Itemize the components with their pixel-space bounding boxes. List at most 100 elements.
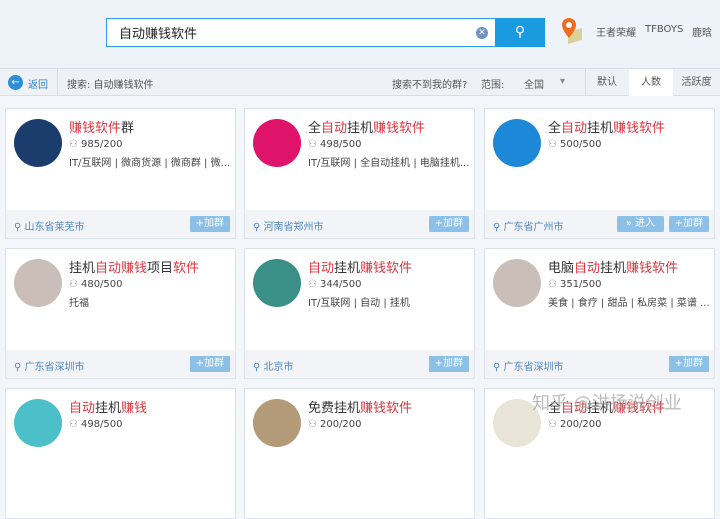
title-segment: 项目 bbox=[147, 261, 174, 276]
member-count-value: 344/500 bbox=[319, 279, 362, 290]
location-pin-icon: ⚲ bbox=[493, 222, 504, 233]
map-pin-icon[interactable] bbox=[560, 16, 584, 46]
group-card[interactable]: 全自动挂机赚钱软件 ⚇ 500/500 ⚲ 广东省广州市 +加群» 进入 bbox=[484, 108, 715, 239]
group-avatar[interactable] bbox=[493, 119, 541, 167]
location-text: 山东省莱芜市 bbox=[24, 222, 85, 233]
group-card[interactable]: 电脑自动挂机赚钱软件 ⚇ 351/500 美食 | 食疗 | 甜品 | 私房菜 | 菜… bbox=[484, 248, 715, 379]
location-text: 北京市 bbox=[263, 362, 294, 373]
member-count: ⚇ 480/500 bbox=[69, 279, 123, 290]
member-count-value: 351/500 bbox=[559, 279, 602, 290]
group-avatar[interactable] bbox=[14, 399, 62, 447]
search-icon: ⚲ bbox=[514, 24, 526, 40]
group-location: ⚲ 广东省深圳市 bbox=[14, 358, 85, 373]
group-avatar[interactable] bbox=[14, 119, 62, 167]
group-title[interactable]: 电脑自动挂机赚钱软件 bbox=[548, 257, 678, 276]
member-count: ⚇ 500/500 bbox=[548, 139, 602, 150]
top-header: ✕ ⚲ 王者荣耀 TFBOYS 鹿晗 bbox=[0, 0, 720, 68]
location-pin-icon: ⚲ bbox=[493, 362, 504, 373]
group-tags: 美食 | 食疗 | 甜品 | 私房菜 | 菜谱 ... bbox=[548, 298, 710, 309]
member-count-value: 985/200 bbox=[80, 139, 123, 150]
back-arrow-icon[interactable]: ← bbox=[8, 75, 23, 90]
group-avatar[interactable] bbox=[253, 119, 301, 167]
group-location: ⚲ 河南省郑州市 bbox=[253, 218, 324, 233]
chevron-down-icon[interactable]: ▾ bbox=[560, 76, 565, 87]
not-found-link[interactable]: 搜索不到我的群? bbox=[392, 76, 467, 91]
group-title[interactable]: 免费挂机赚钱软件 bbox=[308, 397, 412, 416]
join-group-button[interactable]: +加群 bbox=[428, 216, 469, 232]
group-title[interactable]: 赚钱软件群 bbox=[69, 117, 134, 136]
tab-default[interactable]: 默认 bbox=[585, 69, 629, 96]
join-group-button[interactable]: +加群 bbox=[189, 216, 230, 232]
card-footer: ⚲ 广东省深圳市 +加群 bbox=[485, 350, 714, 378]
title-segment: 挂机 bbox=[95, 401, 122, 416]
join-group-button[interactable]: +加群 bbox=[668, 356, 709, 372]
group-title[interactable]: 全自动挂机赚钱软件 bbox=[548, 117, 665, 136]
title-segment: 赚钱 bbox=[121, 401, 148, 416]
title-segment: 软件 bbox=[173, 261, 200, 276]
card-footer: ⚲ 广东省深圳市 +加群 bbox=[6, 350, 235, 378]
member-count-value: 498/500 bbox=[319, 139, 362, 150]
group-title[interactable]: 自动挂机赚钱软件 bbox=[308, 257, 412, 276]
group-tags: 托福 bbox=[69, 298, 89, 309]
card-footer: ⚲ 河南省郑州市 +加群 bbox=[245, 210, 474, 238]
location-pin-icon: ⚲ bbox=[14, 222, 25, 233]
enter-group-button[interactable]: » 进入 bbox=[616, 216, 664, 232]
title-segment: 挂机 bbox=[69, 261, 96, 276]
member-count: ⚇ 498/500 bbox=[308, 139, 362, 150]
group-avatar[interactable] bbox=[253, 399, 301, 447]
hot-keyword[interactable]: 鹿晗 bbox=[692, 24, 712, 39]
member-count-value: 200/200 bbox=[559, 419, 602, 430]
member-count: ⚇ 351/500 bbox=[548, 279, 602, 290]
group-location: ⚲ 北京市 bbox=[253, 358, 294, 373]
location-pin-icon: ⚲ bbox=[14, 362, 25, 373]
group-card[interactable]: 自动挂机赚钱软件 ⚇ 344/500 IT/互联网 | 自动 | 挂机 ⚲ 北京市 +加群 bbox=[244, 248, 475, 379]
join-group-button[interactable]: +加群 bbox=[189, 356, 230, 372]
group-location: ⚲ 广东省深圳市 bbox=[493, 358, 564, 373]
join-group-button[interactable]: +加群 bbox=[668, 216, 709, 232]
tab-activity[interactable]: 活跃度 bbox=[673, 69, 720, 96]
back-link[interactable]: 返回 bbox=[28, 76, 48, 91]
member-count: ⚇ 985/200 bbox=[69, 139, 123, 150]
range-select[interactable]: 全国 bbox=[524, 76, 544, 91]
group-tags: IT/互联网 | 全自动挂机 | 电脑挂机... bbox=[308, 158, 470, 169]
members-icon: ⚇ bbox=[548, 139, 557, 150]
group-title[interactable]: 自动挂机赚钱 bbox=[69, 397, 147, 416]
location-text: 广东省深圳市 bbox=[503, 362, 564, 373]
title-segment: 赚钱软件 bbox=[360, 261, 413, 276]
group-card[interactable]: 全自动挂机赚钱软件 ⚇ 498/500 IT/互联网 | 全自动挂机 | 电脑挂机..… bbox=[244, 108, 475, 239]
search-button[interactable]: ⚲ bbox=[495, 18, 545, 47]
group-avatar[interactable] bbox=[253, 259, 301, 307]
title-segment: 全 bbox=[548, 121, 562, 136]
hot-keyword[interactable]: TFBOYS bbox=[645, 24, 683, 35]
title-segment: 挂机 bbox=[600, 261, 627, 276]
search-box[interactable]: ✕ bbox=[106, 18, 496, 47]
range-label: 范围: bbox=[481, 80, 505, 91]
card-footer: ⚲ 山东省莱芜市 +加群 bbox=[6, 210, 235, 238]
group-title[interactable]: 全自动挂机赚钱软件 bbox=[308, 117, 425, 136]
members-icon: ⚇ bbox=[548, 419, 557, 430]
group-card[interactable]: 自动挂机赚钱 ⚇ 498/500 bbox=[5, 388, 236, 519]
group-tags: IT/互联网 | 微商货源 | 微商群 | 微... bbox=[69, 158, 231, 169]
member-count: ⚇ 200/200 bbox=[548, 419, 602, 430]
group-avatar[interactable] bbox=[493, 259, 541, 307]
member-count: ⚇ 344/500 bbox=[308, 279, 362, 290]
group-avatar[interactable] bbox=[14, 259, 62, 307]
group-tags: IT/互联网 | 自动 | 挂机 bbox=[308, 298, 410, 309]
title-segment: 电脑 bbox=[548, 261, 575, 276]
group-title[interactable]: 挂机自动赚钱项目软件 bbox=[69, 257, 199, 276]
clear-icon[interactable]: ✕ bbox=[476, 27, 488, 39]
join-group-button[interactable]: +加群 bbox=[428, 356, 469, 372]
member-count: ⚇ 200/200 bbox=[308, 419, 362, 430]
group-card[interactable]: 赚钱软件群 ⚇ 985/200 IT/互联网 | 微商货源 | 微商群 | 微... ⚲… bbox=[5, 108, 236, 239]
tab-members[interactable]: 人数 bbox=[629, 69, 673, 96]
title-segment: 自动 bbox=[561, 121, 588, 136]
search-input[interactable] bbox=[107, 19, 457, 46]
member-count-value: 500/500 bbox=[559, 139, 602, 150]
title-segment: 全 bbox=[308, 121, 322, 136]
title-segment: 赚钱软件 bbox=[373, 121, 426, 136]
group-card[interactable]: 免费挂机赚钱软件 ⚇ 200/200 bbox=[244, 388, 475, 519]
hot-keyword[interactable]: 王者荣耀 bbox=[596, 24, 636, 39]
group-card[interactable]: 挂机自动赚钱项目软件 ⚇ 480/500 托福 ⚲ 广东省深圳市 +加群 bbox=[5, 248, 236, 379]
search-query-label: 搜索: 自动赚钱软件 bbox=[67, 80, 154, 91]
member-count-value: 200/200 bbox=[319, 419, 362, 430]
